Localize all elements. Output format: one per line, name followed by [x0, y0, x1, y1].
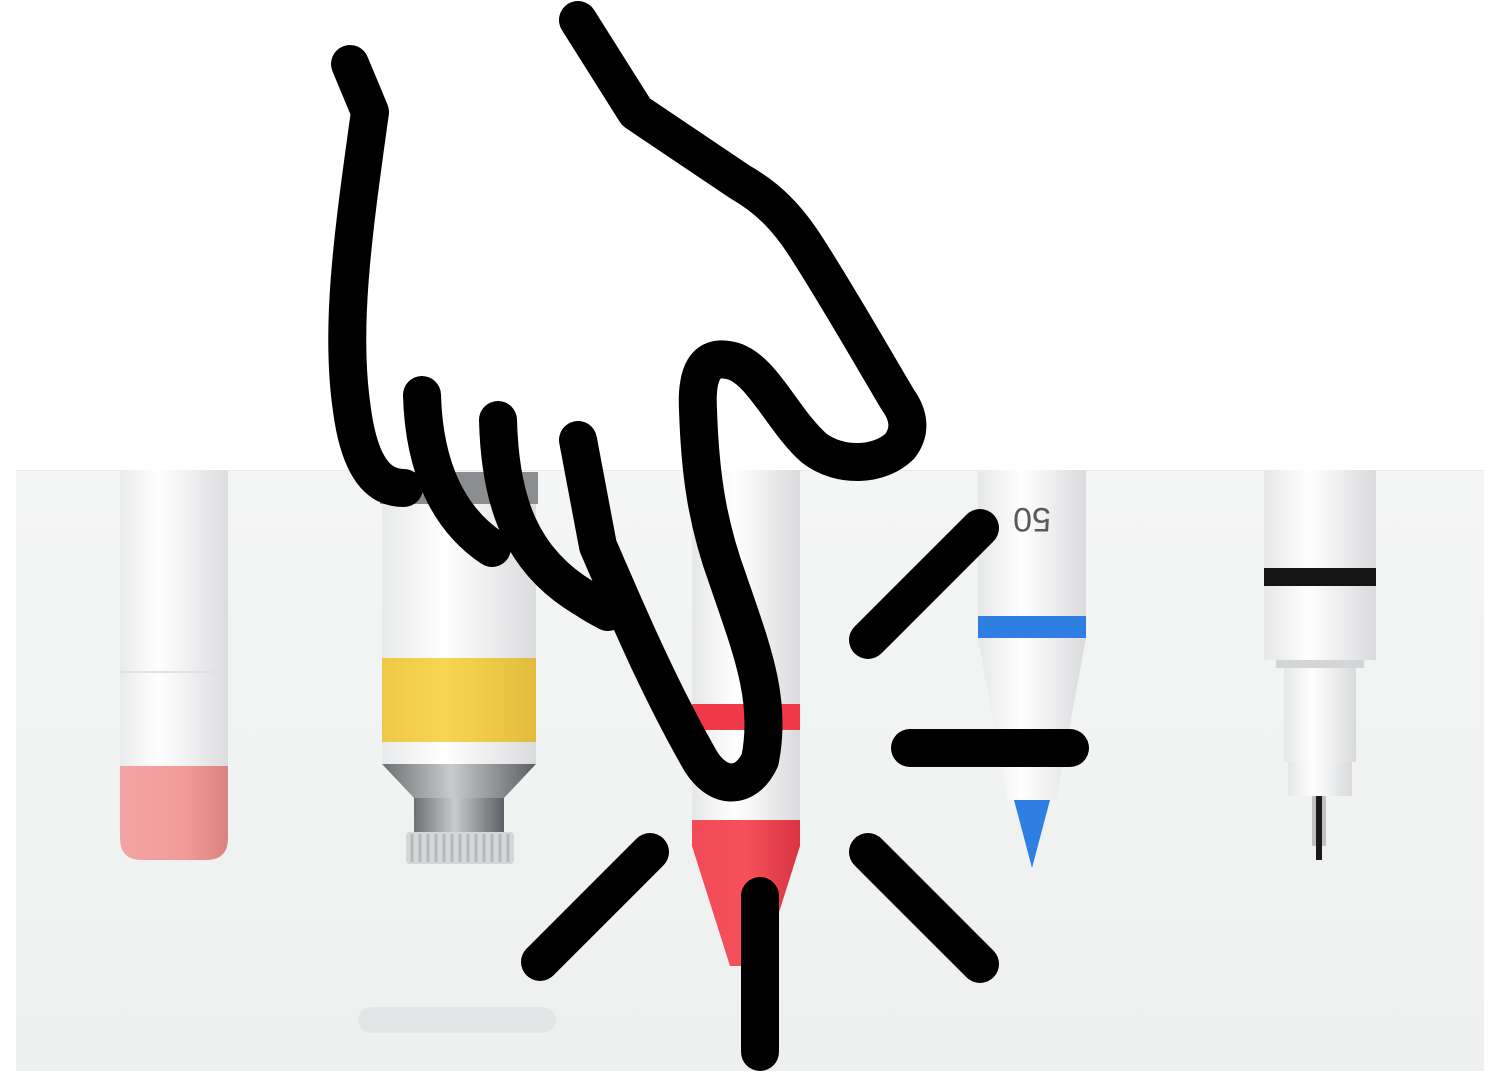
selected-tool-indicator: [358, 1007, 556, 1033]
eraser-tool[interactable]: [118, 470, 230, 865]
marker-tool[interactable]: [688, 470, 804, 975]
tool-picker-screen: 50: [0, 0, 1506, 1075]
paint-tube-tool[interactable]: [380, 470, 540, 870]
pen-size-label: 50: [1013, 500, 1051, 538]
fineliner-tool[interactable]: [1262, 470, 1378, 870]
pen-tool[interactable]: 50: [976, 470, 1088, 870]
